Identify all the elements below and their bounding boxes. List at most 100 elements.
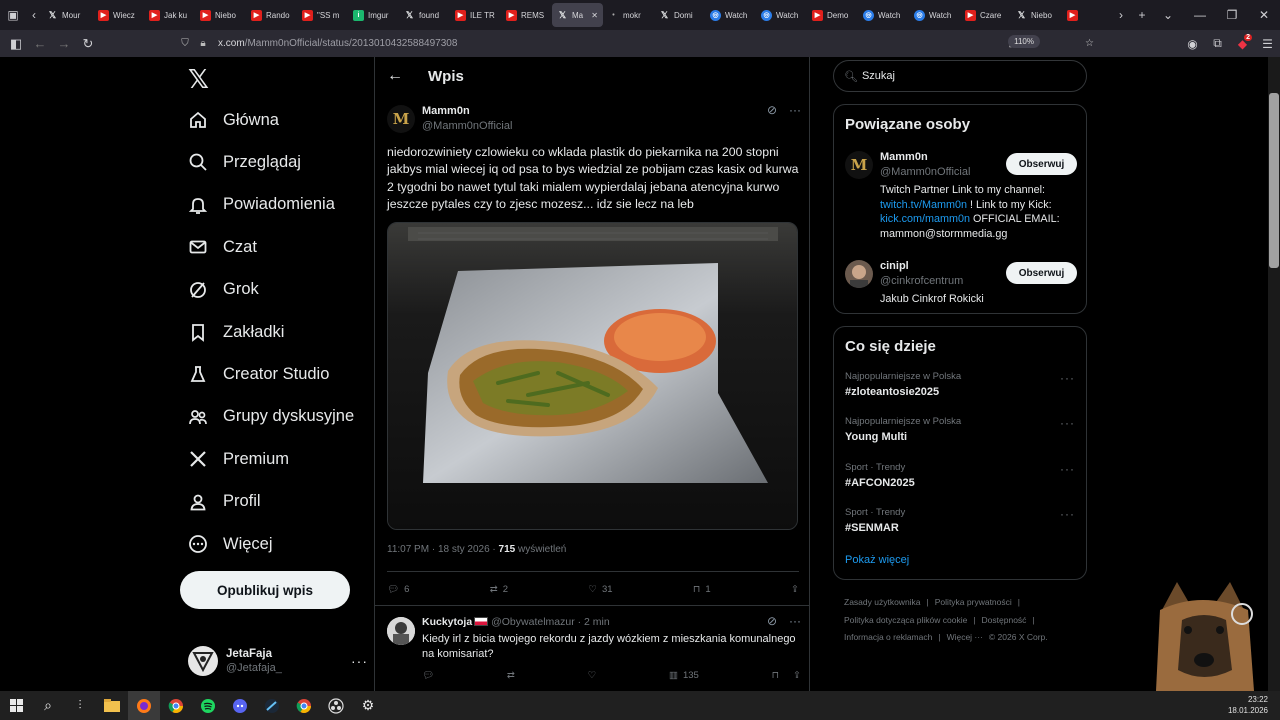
browser-tab[interactable]: ◎ Watch [909, 3, 960, 27]
browser-tab[interactable]: ▶ Demo [807, 3, 858, 27]
more-dots-icon[interactable]: ··· [1060, 462, 1075, 476]
avatar[interactable] [845, 260, 873, 288]
grok-icon[interactable]: ⊘ [767, 103, 777, 117]
steam-icon[interactable] [256, 691, 288, 720]
close-tab-icon[interactable]: ✕ [591, 11, 598, 20]
file-explorer-icon[interactable] [96, 691, 128, 720]
person-handle[interactable]: @cinkrofcentrum [880, 275, 963, 287]
spotify-icon[interactable] [192, 691, 224, 720]
tweet-author-avatar[interactable]: M [387, 105, 415, 133]
follow-button[interactable]: Obserwuj [1006, 262, 1077, 284]
browser-tab[interactable]: ▶ ILE TR [450, 3, 501, 27]
nav-item-profil[interactable]: Profil [188, 487, 261, 517]
obs-icon[interactable] [320, 691, 352, 720]
reply-button[interactable]: 💬︎ 6 [387, 584, 409, 595]
reply-author-avatar[interactable] [387, 617, 415, 645]
trend-item[interactable]: Sport · Trendy #AFCON2025 ··· [845, 462, 1077, 498]
browser-tab[interactable]: ▶ Niebo [195, 3, 246, 27]
views-button[interactable]: ▥ 135 [669, 670, 699, 681]
person-name[interactable]: cinipl [880, 260, 909, 272]
bio-link[interactable]: twitch.tv/Mamm0n [880, 199, 967, 211]
browser-tab[interactable]: 𝕏 Domi [654, 3, 705, 27]
bookmark-button[interactable]: ⊓ 1 [693, 584, 711, 595]
nav-item-grok[interactable]: Grok [188, 275, 259, 305]
task-view-icon[interactable]: ⫶ [64, 691, 96, 720]
tweet-author-handle[interactable]: @Mamm0nOfficial [422, 120, 512, 132]
bookmark-icon[interactable]: ⊓ [772, 670, 779, 681]
nav-item-czat[interactable]: Czat [188, 232, 257, 262]
tweet-time[interactable]: 11:07 PM · 18 sty 2026 · [387, 544, 499, 555]
reply-author-name[interactable]: Kuckytoja [422, 616, 472, 628]
more-dots-icon[interactable]: ··· [789, 614, 801, 628]
firefox-icon[interactable] [128, 691, 160, 720]
tab-list-chevron-icon[interactable]: ⌄ [1155, 2, 1181, 28]
x-logo-icon[interactable]: 𝕏 [188, 65, 209, 95]
lock-icon[interactable]: 🔒︎ [194, 38, 212, 49]
browser-tab[interactable]: ◎ Watch [756, 3, 807, 27]
search-input[interactable]: Szukaj [862, 70, 895, 82]
person-name[interactable]: Mamm0n [880, 151, 928, 163]
restore-icon[interactable]: ❐ [1216, 8, 1248, 22]
close-window-icon[interactable]: ✕ [1248, 8, 1280, 22]
settings-gear-icon[interactable]: ⚙ [352, 691, 384, 720]
chrome-icon[interactable] [288, 691, 320, 720]
trend-item[interactable]: Najpopularniejsze w Polska Young Multi ··· [845, 416, 1077, 452]
reply-item[interactable]: Kuckytoja @Obywatelmazur · 2 min ⊘ ··· K… [387, 613, 801, 691]
minimize-icon[interactable]: — [1184, 8, 1216, 22]
bio-link[interactable]: kick.com/mamm0n [880, 213, 970, 225]
url-text[interactable]: x.com/Mamm0nOfficial/status/201301043258… [218, 38, 457, 49]
nav-item-wiecej[interactable]: Więcej [188, 529, 273, 559]
browser-tab[interactable]: ▶ Jak ku [144, 3, 195, 27]
tab-overview-icon[interactable]: ▣ [0, 2, 26, 28]
browser-tab[interactable]: ▶ Wiecz [93, 3, 144, 27]
browser-tab[interactable]: ◎ Watch [858, 3, 909, 27]
scroll-tabs-left-icon[interactable]: ‹ [26, 2, 42, 28]
post-button[interactable]: Opublikuj wpis [180, 571, 350, 609]
repost-button[interactable]: ⇄ [507, 670, 515, 681]
footer-link[interactable]: Zasady użytkownika [844, 597, 921, 607]
footer-link[interactable]: Polityka dotycząca plików cookie [844, 615, 967, 625]
zoom-level[interactable]: 110% [1008, 35, 1040, 48]
trend-item[interactable]: Najpopularniejsze w Polska #zloteantosie2… [845, 371, 1077, 407]
account-icon[interactable]: ◉ [1180, 37, 1205, 51]
nav-item-przegladaj[interactable]: Przeglądaj [188, 147, 301, 177]
browser-tab[interactable]: ▶ Czare [960, 3, 1011, 27]
back-arrow-icon[interactable]: ← [387, 67, 407, 85]
nav-item-powiadomienia[interactable]: Powiadomienia [188, 190, 335, 220]
discord-icon[interactable] [224, 691, 256, 720]
footer-link[interactable]: Więcej ··· [947, 632, 983, 642]
search-box[interactable]: 🔍︎ Szukaj [833, 60, 1087, 92]
footer-link[interactable]: Dostępność [982, 615, 1027, 625]
grok-icon[interactable]: ⊘ [767, 614, 777, 628]
follow-button[interactable]: Obserwuj [1006, 153, 1077, 175]
more-dots-icon[interactable]: ··· [1060, 416, 1075, 430]
bookmark-star-icon[interactable]: ☆ [1085, 38, 1094, 49]
browser-tab[interactable]: • mokr [603, 3, 654, 27]
browser-tab[interactable]: i Imgur [348, 3, 399, 27]
more-dots-icon[interactable]: ··· [1060, 507, 1075, 521]
footer-link[interactable]: Polityka prywatności [935, 597, 1012, 607]
person-handle[interactable]: @Mamm0nOfficial [880, 166, 970, 178]
back-icon[interactable]: ← [28, 32, 52, 56]
reload-icon[interactable]: ↻ [76, 32, 100, 56]
browser-tab[interactable]: ▶ REMS [501, 3, 552, 27]
trend-item[interactable]: Sport · Trendy #SENMAR ··· [845, 507, 1077, 543]
reply-button[interactable]: 💬︎ [422, 670, 434, 681]
nav-item-creator-studio[interactable]: Creator Studio [188, 359, 329, 389]
browser-tab[interactable]: 𝕏 Mour [42, 3, 93, 27]
nav-item-zakladki[interactable]: Zakładki [188, 317, 284, 347]
extensions-icon[interactable]: ⧉ [1205, 36, 1230, 51]
more-dots-icon[interactable]: ··· [1060, 371, 1075, 385]
repost-button[interactable]: ⇄ 2 [490, 584, 508, 595]
reply-time[interactable]: · 2 min [578, 616, 610, 628]
sidebar-toggle-icon[interactable]: ◧ [4, 32, 28, 56]
scrollbar-thumb[interactable] [1269, 93, 1279, 268]
nav-item-premium[interactable]: Premium [188, 444, 289, 474]
browser-tab[interactable]: ▶ "SS m [297, 3, 348, 27]
new-tab-icon[interactable]: + [1129, 2, 1155, 28]
nav-item-glowna[interactable]: Główna [188, 105, 279, 135]
avatar[interactable]: M [845, 151, 873, 179]
tweet-author-name[interactable]: Mamm0n [422, 105, 470, 117]
browser-tab[interactable]: ◎ Watch [705, 3, 756, 27]
like-button[interactable]: ♡ 31 [588, 584, 612, 595]
